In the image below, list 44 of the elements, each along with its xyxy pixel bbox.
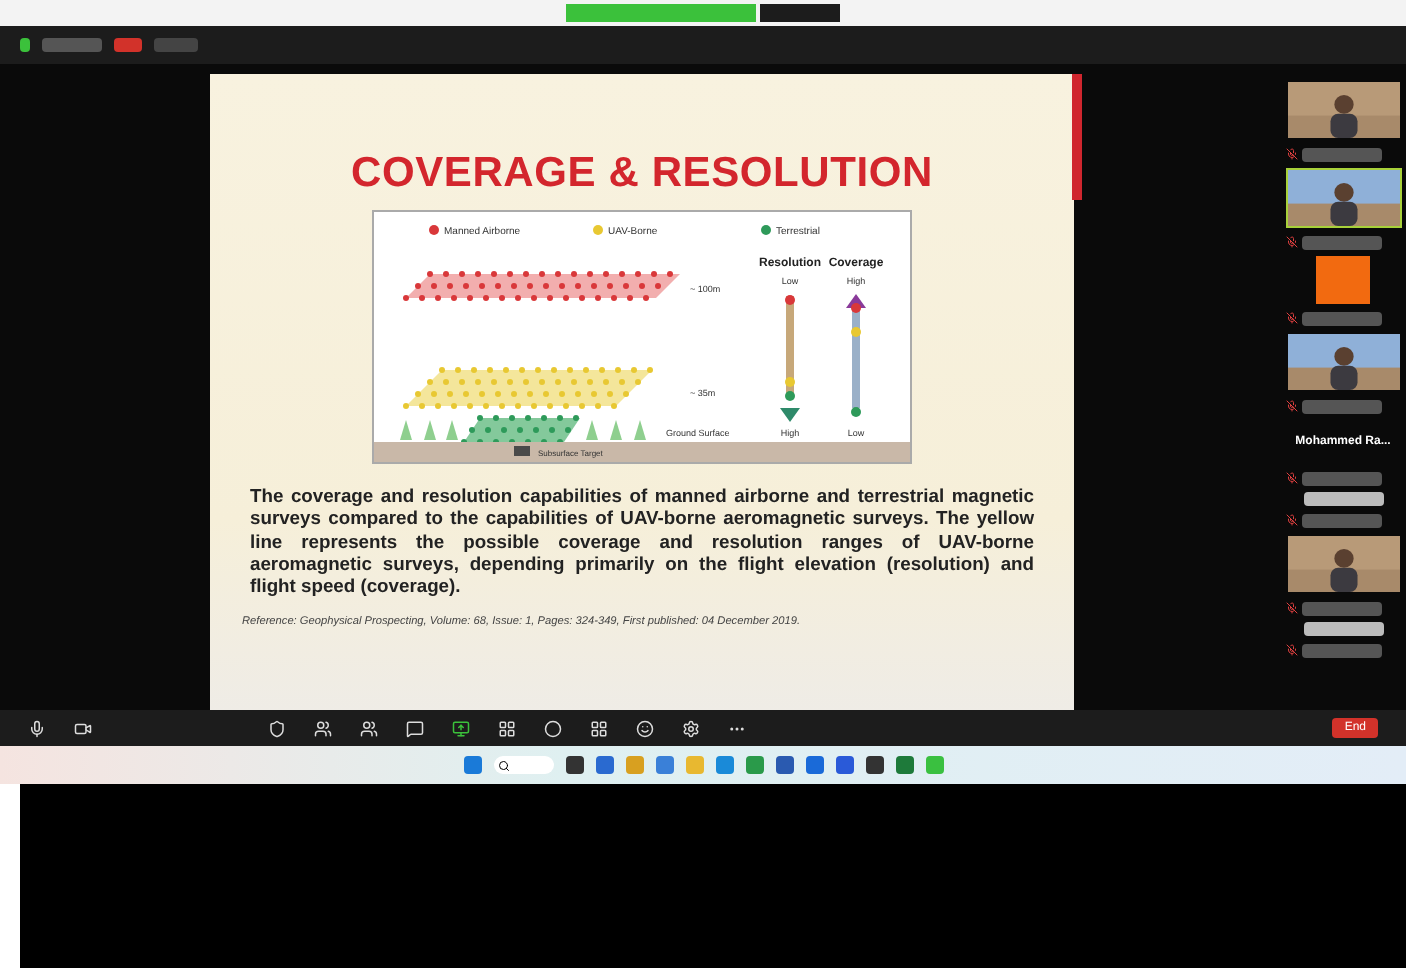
participants-icon[interactable] — [314, 719, 332, 737]
scale-arrow — [846, 294, 866, 417]
muted-mic-icon — [1285, 602, 1297, 614]
microphone-icon[interactable] — [28, 719, 46, 737]
people-icon[interactable] — [360, 719, 378, 737]
participant-name-bar — [1301, 471, 1381, 485]
participant-name-bar — [1301, 311, 1381, 325]
muted-mic-icon — [1285, 644, 1297, 656]
settings-icon[interactable] — [682, 719, 700, 737]
muted-mic-icon — [1285, 312, 1297, 324]
video-camera-icon[interactable] — [74, 719, 92, 737]
participant-name-bar — [1301, 147, 1381, 161]
windows-start-icon[interactable] — [463, 756, 481, 774]
muted-mic-icon — [1285, 148, 1297, 160]
layout-icon[interactable] — [498, 719, 516, 737]
muted-mic-icon — [1285, 236, 1297, 248]
slide-title: COVERAGE & RESOLUTION — [351, 150, 933, 198]
participant-name-bar — [1301, 513, 1381, 527]
video-tile[interactable] — [1285, 168, 1401, 228]
scale-arrow — [780, 295, 800, 422]
video-tile[interactable] — [1285, 80, 1401, 140]
muted-mic-icon — [1285, 472, 1297, 484]
record-icon[interactable] — [544, 719, 562, 737]
participant-name-bar — [1301, 399, 1381, 413]
muted-mic-icon — [1285, 514, 1297, 526]
participant-name-bar — [1301, 601, 1381, 615]
video-tile[interactable] — [1285, 534, 1401, 594]
avatar-tile[interactable] — [1316, 256, 1370, 304]
figure-caption: The coverage and resolution capabilities of manned airborne and terrestrial magnetic surveys compared to the capabilities of UAV-borne aeromagnetic surveys. The yellow line represents the possible coverage and resolution ranges of UAV-borne aeromagnetic surveys, depending primarily on the flight elevation (resolution) and flight speed (coverage). — [250, 484, 1034, 597]
scroll-marker — [1072, 74, 1082, 200]
participant-name-bar — [1301, 235, 1381, 249]
participant-name-bar — [1301, 643, 1381, 657]
security-icon[interactable] — [268, 719, 286, 737]
recording-indicator[interactable] — [114, 38, 142, 52]
target-block — [514, 446, 530, 456]
taskbar-search-field[interactable] — [493, 756, 553, 774]
status-indicator — [20, 38, 30, 52]
reactions-icon[interactable] — [636, 719, 654, 737]
breakout-rooms-icon[interactable] — [590, 719, 608, 737]
search-icon — [497, 759, 509, 771]
share-screen-icon[interactable] — [452, 719, 470, 737]
chat-icon[interactable] — [406, 719, 424, 737]
muted-mic-icon — [1285, 400, 1297, 412]
video-tile[interactable] — [1285, 332, 1401, 392]
